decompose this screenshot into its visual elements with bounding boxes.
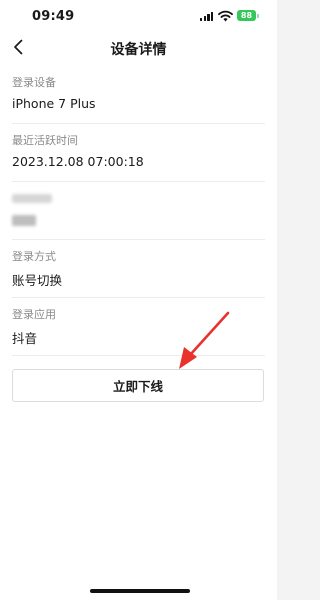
detail-value: iPhone 7 Plus: [12, 96, 96, 111]
battery-icon: 88: [237, 10, 259, 21]
page-title: 设备详情: [110, 42, 167, 58]
detail-label: 登录应用: [12, 308, 56, 321]
status-bar: 09:49 88: [0, 0, 277, 32]
detail-label: 登录方式: [12, 250, 56, 263]
redacted-label: [12, 194, 52, 203]
status-time: 09:49: [32, 9, 75, 24]
detail-label: 最近活跃时间: [12, 134, 78, 147]
detail-row-login-method: 登录方式 账号切换: [12, 240, 265, 298]
cellular-signal-icon: [200, 12, 214, 21]
home-indicator[interactable]: [90, 589, 190, 593]
detail-label: 登录设备: [12, 76, 56, 89]
wifi-icon: [218, 10, 233, 22]
detail-row-login-app: 登录应用 抖音: [12, 298, 265, 356]
nav-bar: 设备详情: [0, 32, 277, 62]
detail-value: 抖音: [12, 331, 38, 346]
detail-value: 2023.12.08 07:00:18: [12, 154, 144, 169]
logout-now-button[interactable]: 立即下线: [12, 369, 264, 402]
detail-row-last-active: 最近活跃时间 2023.12.08 07:00:18: [12, 124, 265, 182]
device-detail-screen: 09:49 88 设备详情 登录设备 iPhone 7 Plus 最近活跃时间 …: [0, 0, 277, 600]
redacted-value: [12, 215, 36, 226]
detail-row-redacted: [12, 182, 265, 240]
detail-row-device: 登录设备 iPhone 7 Plus: [12, 66, 265, 124]
detail-list: 登录设备 iPhone 7 Plus 最近活跃时间 2023.12.08 07:…: [12, 66, 265, 356]
detail-value: 账号切换: [12, 273, 63, 288]
